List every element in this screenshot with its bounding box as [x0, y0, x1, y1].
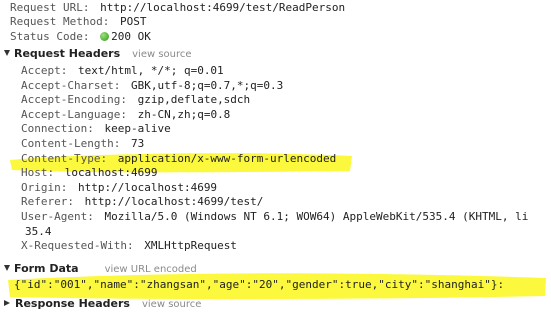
request-header-value: gzip,deflate,sdch	[137, 93, 251, 106]
request-method-row: Request Method: POST	[10, 14, 146, 29]
request-header-row: Accept-Encoding: gzip,deflate,sdch	[21, 92, 250, 107]
request-header-key: Accept-Charset:	[21, 79, 121, 92]
response-headers-section-header[interactable]: Response Headers view source	[4, 296, 201, 311]
status-code-value: 200 OK	[111, 30, 151, 43]
request-header-key: Content-Length:	[21, 137, 121, 150]
form-data-json: {"id":"001","name":"zhangsan","age":"20"…	[14, 278, 505, 291]
status-code-key: Status Code:	[10, 30, 90, 43]
request-header-key: Referer:	[21, 195, 74, 208]
form-data-title: Form Data	[14, 262, 79, 275]
request-headers-title: Request Headers	[14, 47, 121, 60]
request-header-key: Accept-Encoding:	[21, 93, 127, 106]
request-header-row: Accept: text/html, */*; q=0.01	[21, 63, 224, 78]
expand-triangle-icon[interactable]	[4, 265, 10, 271]
expand-triangle-icon[interactable]	[4, 50, 10, 56]
form-data-section-header[interactable]: Form Data view URL encoded	[4, 261, 197, 276]
request-url-value: http://localhost:4699/test/ReadPerson	[100, 1, 346, 14]
request-header-row: Accept-Charset: GBK,utf-8;q=0.7,*;q=0.3	[21, 78, 283, 93]
request-header-key: Host:	[21, 166, 55, 179]
request-header-value: XMLHttpRequest	[144, 239, 237, 252]
status-code-row: Status Code: 200 OK	[10, 29, 151, 44]
request-header-value: GBK,utf-8;q=0.7,*;q=0.3	[130, 79, 284, 92]
request-url-key: Request URL:	[10, 1, 90, 14]
request-header-row: X-Requested-With: XMLHttpRequest	[21, 238, 237, 253]
view-source-link[interactable]: view source	[142, 299, 201, 310]
request-header-value: 35.4	[25, 225, 52, 238]
request-header-row: Connection: keep-alive	[21, 121, 171, 136]
request-header-value: localhost:4699	[64, 166, 158, 179]
request-header-row: User-Agent: Mozilla/5.0 (Windows NT 6.1;…	[21, 209, 528, 224]
request-header-row: Host: localhost:4699	[21, 165, 157, 180]
request-header-row: Referer: http://localhost:4699/test/	[21, 194, 263, 209]
view-source-link[interactable]: view source	[132, 49, 191, 60]
collapsed-triangle-icon[interactable]	[4, 300, 10, 306]
request-header-value: application/x-www-form-urlencoded	[117, 152, 337, 165]
request-header-key: Origin:	[21, 181, 68, 194]
request-header-value: Mozilla/5.0 (Windows NT 6.1; WOW64) Appl…	[104, 210, 529, 223]
status-ok-icon	[100, 32, 110, 41]
request-header-row: 35.4	[25, 224, 52, 239]
request-header-key: User-Agent:	[21, 210, 94, 223]
request-headers-section-header[interactable]: Request Headers view source	[4, 46, 192, 61]
request-header-value: http://localhost:4699/test/	[84, 195, 264, 208]
response-headers-title: Response Headers	[15, 297, 130, 310]
request-header-row: Content-Length: 73	[21, 136, 144, 151]
request-header-key: Content-Type:	[21, 152, 108, 165]
request-header-row: Accept-Language: zh-CN,zh;q=0.8	[21, 107, 230, 122]
request-header-key: X-Requested-With:	[21, 239, 134, 252]
request-header-row: Origin: http://localhost:4699	[21, 180, 217, 195]
request-header-value: http://localhost:4699	[77, 181, 218, 194]
request-url-row: Request URL: http://localhost:4699/test/…	[10, 0, 345, 15]
request-header-key: Accept-Language:	[21, 108, 127, 121]
request-method-key: Request Method:	[10, 15, 110, 28]
request-header-value: text/html, */*; q=0.01	[77, 64, 224, 77]
request-header-key: Connection:	[21, 122, 94, 135]
request-header-value: zh-CN,zh;q=0.8	[137, 108, 231, 121]
request-header-value: keep-alive	[104, 122, 171, 135]
request-header-key: Accept:	[21, 64, 68, 77]
request-header-value: 73	[130, 137, 145, 150]
request-method-value: POST	[119, 15, 147, 28]
request-header-row: Content-Type: application/x-www-form-url…	[21, 151, 336, 166]
view-url-encoded-link[interactable]: view URL encoded	[105, 264, 197, 275]
